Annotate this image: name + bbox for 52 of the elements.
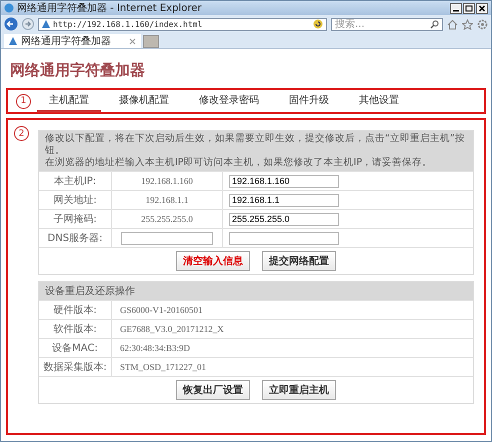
current-value: 255.255.255.0 (112, 210, 223, 228)
section-title: 设备重启及还原操作 (39, 282, 473, 300)
browser-icon (4, 3, 14, 13)
window-title: 网络通用字符叠加器 - Internet Explorer (17, 2, 202, 15)
field-label: 本主机IP: (39, 172, 112, 190)
current-value: 192.168.1.1 (112, 191, 223, 209)
annotation-marker: 1 (16, 94, 31, 108)
maximize-icon[interactable] (463, 2, 475, 14)
notice-text: 在浏览器的地址栏输入本主机IP即可访问本主机，如果您修改了本主机IP，请妥善保存。 (45, 157, 434, 169)
minimize-icon[interactable] (450, 2, 462, 14)
annotation-marker: 2 (14, 126, 29, 141)
forward-icon[interactable] (22, 18, 34, 30)
field-label: DNS服务器: (39, 229, 112, 247)
page-icon (9, 37, 17, 45)
input-field[interactable] (121, 232, 213, 244)
input-field[interactable] (229, 232, 339, 244)
page-icon (42, 20, 50, 28)
action-button[interactable]: 恢复出厂设置 (176, 380, 250, 400)
refresh-icon[interactable] (313, 19, 323, 29)
action-button[interactable]: 清空输入信息 (176, 251, 250, 271)
nav-tab[interactable]: 其他设置 (347, 90, 411, 112)
input-field[interactable]: 255.255.255.0 (229, 212, 339, 226)
page-title: 网络通用字符叠加器 (9, 60, 146, 81)
nav-tab[interactable]: 修改登录密码 (187, 90, 271, 112)
nav-tab[interactable]: 主机配置 (37, 90, 101, 112)
input-field[interactable]: 192.168.1.160 (229, 174, 339, 188)
action-button[interactable]: 提交网络配置 (262, 251, 336, 271)
field-label: 数据采集版本: (39, 358, 112, 376)
search-icon (430, 20, 439, 28)
field-label: 硬件版本: (39, 301, 112, 319)
star-icon[interactable] (462, 18, 473, 30)
notice-text: 修改以下配置，将在下次启动后生效，如果需要立即生效，提交修改后，点击“立即重启主机”按钮。 (45, 133, 466, 157)
field-value: 62:30:48:34:B3:9D (119, 342, 192, 355)
settings-icon[interactable] (477, 18, 488, 30)
close-icon[interactable] (476, 2, 488, 14)
address-field[interactable]: http://192.168.1.160/index.html (38, 18, 327, 30)
current-value: 192.168.1.160 (112, 172, 223, 190)
back-icon[interactable] (4, 17, 18, 31)
nav-tab[interactable]: 固件升级 (277, 90, 341, 112)
field-label: 设备MAC: (39, 339, 112, 357)
action-button[interactable]: 立即重启主机 (262, 380, 336, 400)
field-label: 网关地址: (39, 191, 112, 209)
field-label: 子网掩码: (39, 210, 112, 228)
field-value: STM_OSD_171227_01 (119, 361, 208, 374)
new-tab-button[interactable] (143, 35, 159, 48)
home-icon[interactable] (447, 18, 458, 30)
input-field[interactable]: 192.168.1.1 (229, 194, 339, 206)
browser-tab[interactable]: 网络通用字符叠加器 (4, 34, 141, 48)
nav-tab[interactable]: 摄像机配置 (107, 90, 181, 112)
field-value: GE7688_V3.0_20171212_X (119, 323, 225, 336)
field-label: 软件版本: (39, 320, 112, 338)
field-value: GS6000-V1-20160501 (119, 304, 204, 317)
